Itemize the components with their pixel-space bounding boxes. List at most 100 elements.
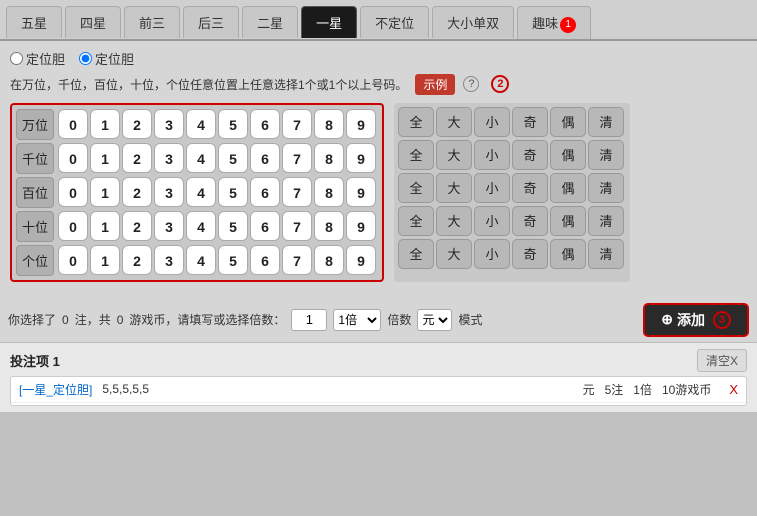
num-btn-3-4[interactable]: 4 — [186, 211, 216, 241]
num-btn-4-3[interactable]: 3 — [154, 245, 184, 275]
tab-erxing[interactable]: 二星 — [242, 6, 298, 38]
radio-option-2[interactable]: 定位胆 — [79, 49, 134, 68]
num-btn-2-5[interactable]: 5 — [218, 177, 248, 207]
attr-btn-4-4[interactable]: 偶 — [550, 239, 586, 269]
attr-btn-4-0[interactable]: 全 — [398, 239, 434, 269]
num-btn-3-6[interactable]: 6 — [250, 211, 280, 241]
num-btn-1-0[interactable]: 0 — [58, 143, 88, 173]
bet-remove-button[interactable]: X — [729, 382, 738, 397]
num-btn-0-3[interactable]: 3 — [154, 109, 184, 139]
attr-btn-0-0[interactable]: 全 — [398, 107, 434, 137]
tab-qiansan[interactable]: 前三 — [124, 6, 180, 38]
num-btn-0-2[interactable]: 2 — [122, 109, 152, 139]
tab-quwei[interactable]: 趣味1 — [517, 6, 591, 39]
tab-sixing[interactable]: 四星 — [65, 6, 121, 38]
num-btn-2-4[interactable]: 4 — [186, 177, 216, 207]
num-btn-1-8[interactable]: 8 — [314, 143, 344, 173]
attr-btn-1-0[interactable]: 全 — [398, 140, 434, 170]
num-btn-4-6[interactable]: 6 — [250, 245, 280, 275]
attr-btn-0-2[interactable]: 小 — [474, 107, 510, 137]
num-btn-0-5[interactable]: 5 — [218, 109, 248, 139]
num-btn-1-5[interactable]: 5 — [218, 143, 248, 173]
attr-btn-3-0[interactable]: 全 — [398, 206, 434, 236]
attr-btn-3-4[interactable]: 偶 — [550, 206, 586, 236]
num-btn-0-8[interactable]: 8 — [314, 109, 344, 139]
attr-btn-4-3[interactable]: 奇 — [512, 239, 548, 269]
num-btn-4-0[interactable]: 0 — [58, 245, 88, 275]
num-btn-2-2[interactable]: 2 — [122, 177, 152, 207]
attr-btn-3-2[interactable]: 小 — [474, 206, 510, 236]
num-btn-3-9[interactable]: 9 — [346, 211, 376, 241]
num-btn-1-1[interactable]: 1 — [90, 143, 120, 173]
num-btn-0-0[interactable]: 0 — [58, 109, 88, 139]
example-button[interactable]: 示例 — [415, 74, 455, 95]
attr-btn-2-2[interactable]: 小 — [474, 173, 510, 203]
num-btn-1-4[interactable]: 4 — [186, 143, 216, 173]
num-btn-3-2[interactable]: 2 — [122, 211, 152, 241]
num-btn-4-7[interactable]: 7 — [282, 245, 312, 275]
add-button[interactable]: ⊕ 添加 3 — [643, 303, 749, 337]
attr-btn-4-1[interactable]: 大 — [436, 239, 472, 269]
tab-budingwei[interactable]: 不定位 — [360, 6, 429, 38]
num-btn-0-6[interactable]: 6 — [250, 109, 280, 139]
num-btn-2-6[interactable]: 6 — [250, 177, 280, 207]
num-btn-1-9[interactable]: 9 — [346, 143, 376, 173]
attr-btn-3-3[interactable]: 奇 — [512, 206, 548, 236]
num-btn-4-5[interactable]: 5 — [218, 245, 248, 275]
num-btn-2-8[interactable]: 8 — [314, 177, 344, 207]
attr-btn-2-3[interactable]: 奇 — [512, 173, 548, 203]
num-btn-4-9[interactable]: 9 — [346, 245, 376, 275]
attr-btn-0-3[interactable]: 奇 — [512, 107, 548, 137]
attr-btn-1-4[interactable]: 偶 — [550, 140, 586, 170]
attr-btn-2-5[interactable]: 清 — [588, 173, 624, 203]
amount-input[interactable] — [291, 309, 327, 331]
tab-daxiaodanshuang[interactable]: 大小单双 — [432, 6, 514, 38]
num-btn-1-7[interactable]: 7 — [282, 143, 312, 173]
attr-btn-0-1[interactable]: 大 — [436, 107, 472, 137]
tab-yixing[interactable]: 一星 — [301, 6, 357, 38]
num-btn-4-8[interactable]: 8 — [314, 245, 344, 275]
attr-btn-1-3[interactable]: 奇 — [512, 140, 548, 170]
num-btn-2-0[interactable]: 0 — [58, 177, 88, 207]
radio-option-1[interactable]: 定位胆 — [10, 49, 65, 68]
attr-btn-0-5[interactable]: 清 — [588, 107, 624, 137]
attr-btn-2-4[interactable]: 偶 — [550, 173, 586, 203]
num-btn-1-6[interactable]: 6 — [250, 143, 280, 173]
num-btn-3-1[interactable]: 1 — [90, 211, 120, 241]
num-btn-4-2[interactable]: 2 — [122, 245, 152, 275]
currency-select[interactable]: 元 角 分 — [417, 309, 452, 331]
num-btn-0-1[interactable]: 1 — [90, 109, 120, 139]
attr-btn-2-1[interactable]: 大 — [436, 173, 472, 203]
bet-bets: 5注 — [605, 381, 624, 398]
num-btn-0-4[interactable]: 4 — [186, 109, 216, 139]
attr-btn-1-2[interactable]: 小 — [474, 140, 510, 170]
num-btn-0-9[interactable]: 9 — [346, 109, 376, 139]
num-btn-3-8[interactable]: 8 — [314, 211, 344, 241]
num-btn-0-7[interactable]: 7 — [282, 109, 312, 139]
num-btn-1-2[interactable]: 2 — [122, 143, 152, 173]
num-btn-1-3[interactable]: 3 — [154, 143, 184, 173]
tab-housan[interactable]: 后三 — [183, 6, 239, 38]
tab-wuxing[interactable]: 五星 — [6, 6, 62, 38]
mult-select[interactable]: 1倍 2倍 5倍 10倍 — [333, 309, 381, 331]
num-btn-3-5[interactable]: 5 — [218, 211, 248, 241]
num-btn-3-7[interactable]: 7 — [282, 211, 312, 241]
num-btn-2-7[interactable]: 7 — [282, 177, 312, 207]
attr-btn-1-1[interactable]: 大 — [436, 140, 472, 170]
attr-btn-1-5[interactable]: 清 — [588, 140, 624, 170]
attr-btn-4-5[interactable]: 清 — [588, 239, 624, 269]
num-btn-4-4[interactable]: 4 — [186, 245, 216, 275]
help-icon[interactable]: ? — [463, 76, 479, 92]
attr-btn-0-4[interactable]: 偶 — [550, 107, 586, 137]
attr-btn-2-0[interactable]: 全 — [398, 173, 434, 203]
num-btn-3-0[interactable]: 0 — [58, 211, 88, 241]
num-btn-2-9[interactable]: 9 — [346, 177, 376, 207]
attr-btn-4-2[interactable]: 小 — [474, 239, 510, 269]
num-btn-2-1[interactable]: 1 — [90, 177, 120, 207]
attr-btn-3-5[interactable]: 清 — [588, 206, 624, 236]
num-btn-2-3[interactable]: 3 — [154, 177, 184, 207]
num-btn-4-1[interactable]: 1 — [90, 245, 120, 275]
attr-btn-3-1[interactable]: 大 — [436, 206, 472, 236]
num-btn-3-3[interactable]: 3 — [154, 211, 184, 241]
clear-button[interactable]: 清空X — [697, 349, 747, 372]
